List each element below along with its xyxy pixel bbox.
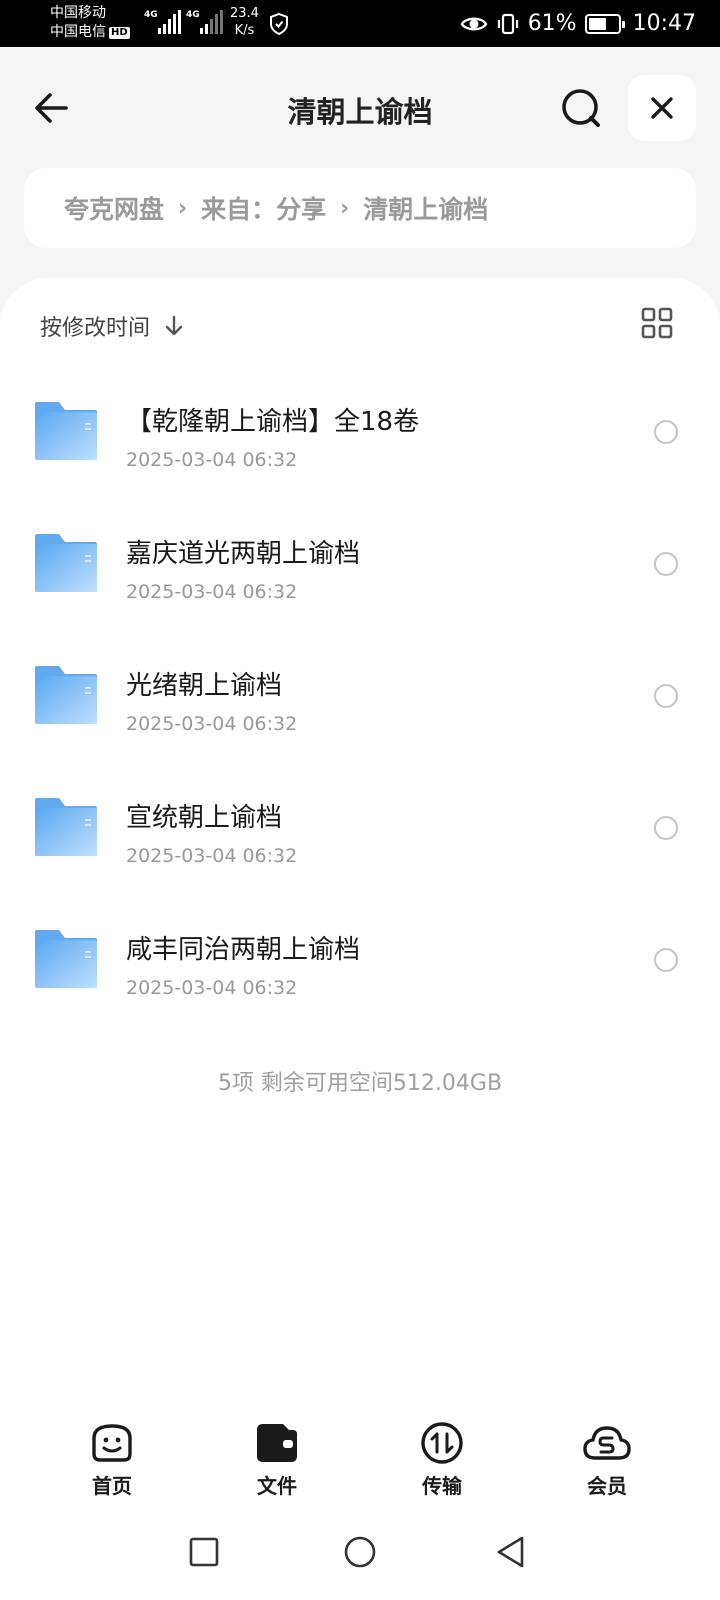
nav-label-files: 文件 <box>257 1474 297 1498</box>
home-circle-icon[interactable] <box>342 1534 378 1570</box>
file-row[interactable]: 光绪朝上谕档 2025-03-04 06:32 <box>0 627 720 759</box>
battery-percent: 61% <box>527 11 577 36</box>
status-bar: 中国移动 中国电信 HD 4G 4G 23.4 K/s 61% 10:47 <box>0 0 720 47</box>
back-triangle-icon[interactable] <box>494 1534 530 1570</box>
file-row[interactable]: 咸丰同治两朝上谕档 2025-03-04 06:32 <box>0 891 720 1023</box>
select-radio[interactable] <box>654 684 678 708</box>
system-nav-bar <box>0 1520 720 1600</box>
file-name: 咸丰同治两朝上谕档 <box>126 935 361 965</box>
shield-icon <box>270 12 288 36</box>
carrier-info: 中国移动 中国电信 HD <box>50 4 130 42</box>
file-time: 2025-03-04 06:32 <box>126 977 298 999</box>
nav-label-home: 首页 <box>92 1474 132 1498</box>
speed-value: 23.4 <box>230 6 259 21</box>
vibrate-icon <box>497 13 518 34</box>
clock: 10:47 <box>632 11 696 36</box>
file-name: 宣统朝上谕档 <box>126 803 283 833</box>
carrier-1: 中国移动 <box>50 5 106 21</box>
file-panel: 按修改时间 【乾隆朝上谕档】全18卷 2025-03-04 06:32 嘉庆道光… <box>0 278 720 1600</box>
close-icon <box>651 97 673 119</box>
file-time: 2025-03-04 06:32 <box>126 581 298 603</box>
arrow-down-icon <box>165 315 183 336</box>
battery-icon <box>584 13 625 34</box>
file-time: 2025-03-04 06:32 <box>126 713 298 735</box>
network-speed: 23.4 K/s <box>230 5 259 39</box>
folder-icon <box>35 930 97 988</box>
folder-icon <box>35 534 97 592</box>
cloud-vip-icon <box>583 1426 631 1460</box>
breadcrumb-separator: › <box>178 195 188 221</box>
file-name: 嘉庆道光两朝上谕档 <box>126 539 361 569</box>
nav-item-files[interactable]: 文件 <box>227 1420 327 1499</box>
breadcrumb-item-share[interactable]: 来自：分享 <box>201 190 326 226</box>
file-row[interactable]: 【乾隆朝上谕档】全18卷 2025-03-04 06:32 <box>0 363 720 495</box>
grid-view-icon[interactable] <box>640 306 674 340</box>
select-radio[interactable] <box>654 552 678 576</box>
header: 清朝上谕档 <box>0 47 720 165</box>
breadcrumb: 夸克网盘 › 来自：分享 › 清朝上谕档 <box>24 168 696 248</box>
smiley-home-icon <box>92 1424 132 1462</box>
file-row[interactable]: 嘉庆道光两朝上谕档 2025-03-04 06:32 <box>0 495 720 627</box>
nav-item-home[interactable]: 首页 <box>62 1420 162 1499</box>
select-radio[interactable] <box>654 948 678 972</box>
folder-icon <box>35 798 97 856</box>
status-right: 61% 10:47 <box>460 0 696 47</box>
file-list: 【乾隆朝上谕档】全18卷 2025-03-04 06:32 嘉庆道光两朝上谕档 … <box>0 363 720 1023</box>
breadcrumb-item-current: 清朝上谕档 <box>363 195 489 224</box>
breadcrumb-item-root[interactable]: 夸克网盘 <box>64 190 164 226</box>
nav-item-vip[interactable]: 会员 <box>557 1420 657 1499</box>
transfer-icon <box>421 1422 463 1464</box>
file-time: 2025-03-04 06:32 <box>126 845 298 867</box>
signal-icon-2: 4G <box>186 10 223 34</box>
select-radio[interactable] <box>654 420 678 444</box>
sort-label: 按修改时间 <box>40 316 151 341</box>
storage-summary: 5项 剩余可用空间512.04GB <box>217 1071 503 1096</box>
sort-button[interactable]: 按修改时间 <box>40 310 186 342</box>
recents-square-icon[interactable] <box>186 1534 222 1570</box>
bottom-nav: 首页 文件 传输 会员 <box>0 1420 720 1510</box>
breadcrumb-separator: › <box>340 195 350 221</box>
page-title: 清朝上谕档 <box>287 95 433 129</box>
folder-icon <box>35 666 97 724</box>
file-name: 【乾隆朝上谕档】全18卷 <box>126 407 420 437</box>
file-time: 2025-03-04 06:32 <box>126 449 298 471</box>
folder-icon <box>35 402 97 460</box>
eye-icon <box>460 17 488 30</box>
nav-label-vip: 会员 <box>587 1474 627 1498</box>
signal-icon-1: 4G <box>144 10 181 34</box>
close-button[interactable] <box>628 75 696 141</box>
search-icon[interactable] <box>558 85 604 131</box>
wallet-folder-icon <box>257 1424 297 1462</box>
carrier-2: 中国电信 <box>50 24 106 40</box>
nav-item-transfer[interactable]: 传输 <box>392 1420 492 1499</box>
hd-badge: HD <box>109 27 130 39</box>
speed-unit: K/s <box>234 23 255 38</box>
select-radio[interactable] <box>654 816 678 840</box>
file-row[interactable]: 宣统朝上谕档 2025-03-04 06:32 <box>0 759 720 891</box>
file-name: 光绪朝上谕档 <box>126 671 283 701</box>
nav-label-transfer: 传输 <box>422 1474 462 1498</box>
network-type-2: 4G <box>186 10 200 20</box>
network-type-1: 4G <box>144 10 158 20</box>
